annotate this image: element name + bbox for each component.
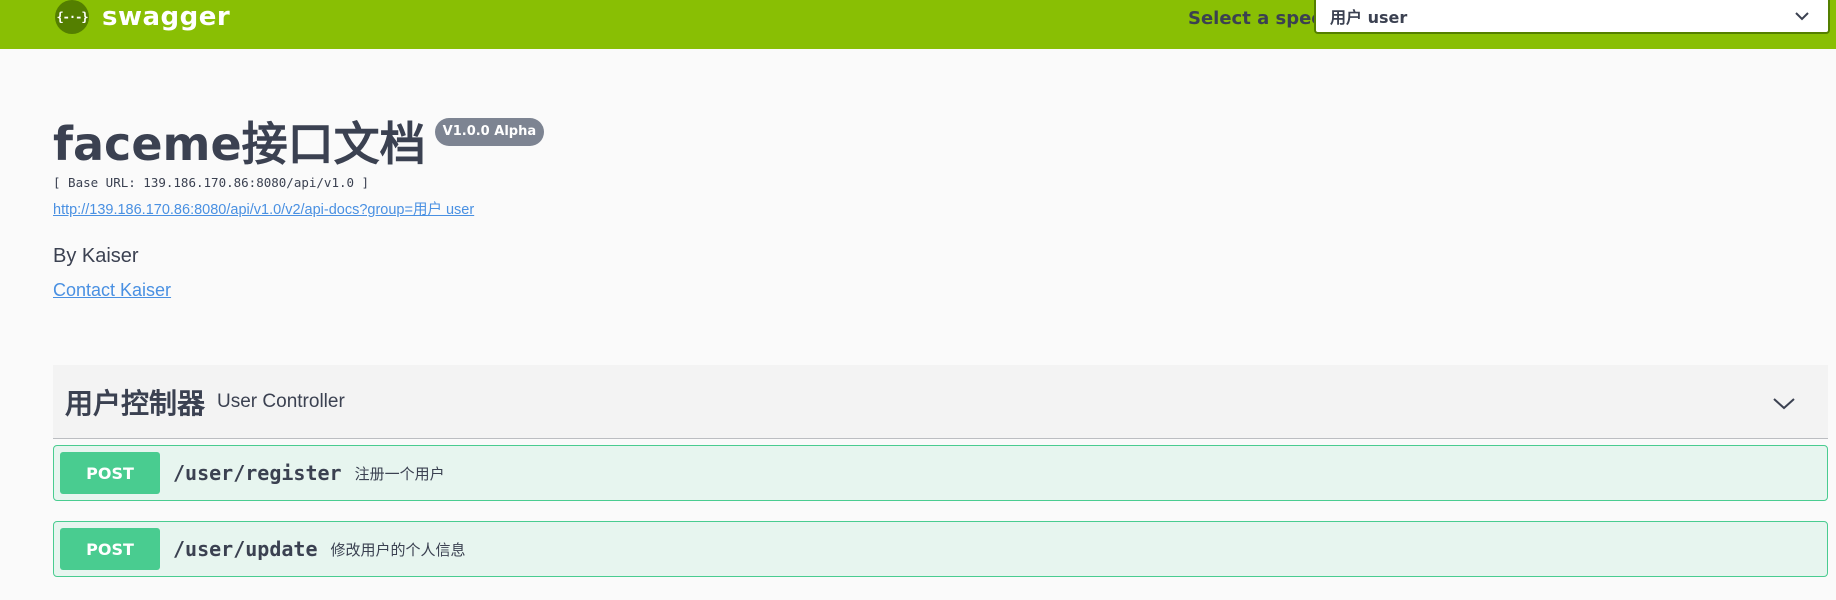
operation-path: /user/update — [173, 537, 318, 561]
chevron-down-icon — [1795, 12, 1809, 21]
contact-link[interactable]: Contact Kaiser — [53, 280, 171, 301]
operation-summary: 注册一个用户 — [354, 465, 445, 483]
tag-description: User Controller — [217, 390, 345, 412]
method-badge: POST — [60, 528, 160, 570]
info-title-block: faceme接口文档 V1.0.0 Alpha — [53, 116, 545, 172]
swagger-logo[interactable]: {-·-} swagger — [55, 0, 230, 34]
swagger-logo-text: swagger — [102, 2, 231, 32]
chevron-down-icon[interactable] — [1772, 391, 1796, 415]
swagger-logo-icon: {-·-} — [55, 0, 89, 34]
author-text: By Kaiser — [53, 245, 139, 267]
spec-select[interactable]: 用户 user — [1314, 0, 1830, 34]
operation-path: /user/register — [173, 461, 342, 485]
page-title: faceme接口文档 — [53, 117, 426, 171]
method-badge: POST — [60, 452, 160, 494]
tag-header-user-controller[interactable]: 用户控制器 User Controller — [53, 365, 1828, 439]
base-url: [ Base URL: 139.186.170.86:8080/api/v1.0… — [53, 175, 370, 190]
spec-select-value: 用户 user — [1330, 8, 1408, 27]
tag-name: 用户控制器 — [65, 386, 206, 420]
operation-summary: 修改用户的个人信息 — [330, 541, 466, 559]
operation-post-user-update[interactable]: POST /user/update 修改用户的个人信息 — [53, 521, 1828, 577]
select-spec-label: Select a spec — [1188, 7, 1322, 29]
api-docs-link[interactable]: http://139.186.170.86:8080/api/v1.0/v2/a… — [53, 198, 474, 219]
operation-post-user-register[interactable]: POST /user/register 注册一个用户 — [53, 445, 1828, 501]
top-bar: {-·-} swagger Select a spec 用户 user — [0, 0, 1836, 49]
version-badge: V1.0.0 Alpha — [434, 118, 545, 146]
